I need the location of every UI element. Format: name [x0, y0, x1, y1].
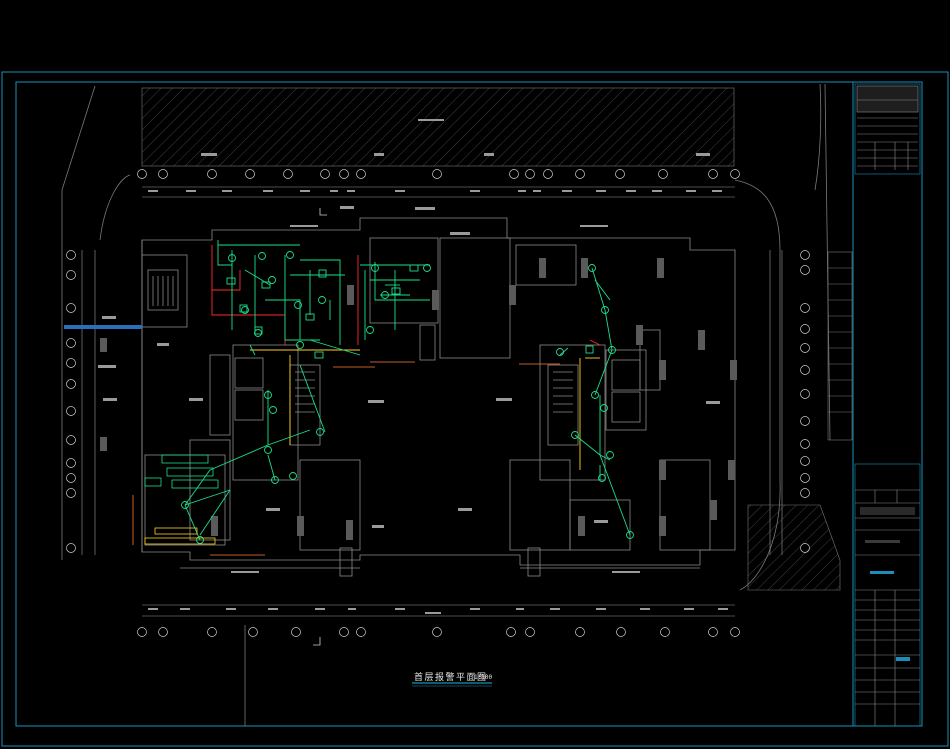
hatched-zone-top [141, 87, 735, 167]
stair-strip [64, 325, 142, 329]
drawing-scale: 1:100 [474, 674, 492, 681]
cad-drawing-canvas: 首层报警平面图 1:100 [0, 0, 950, 749]
